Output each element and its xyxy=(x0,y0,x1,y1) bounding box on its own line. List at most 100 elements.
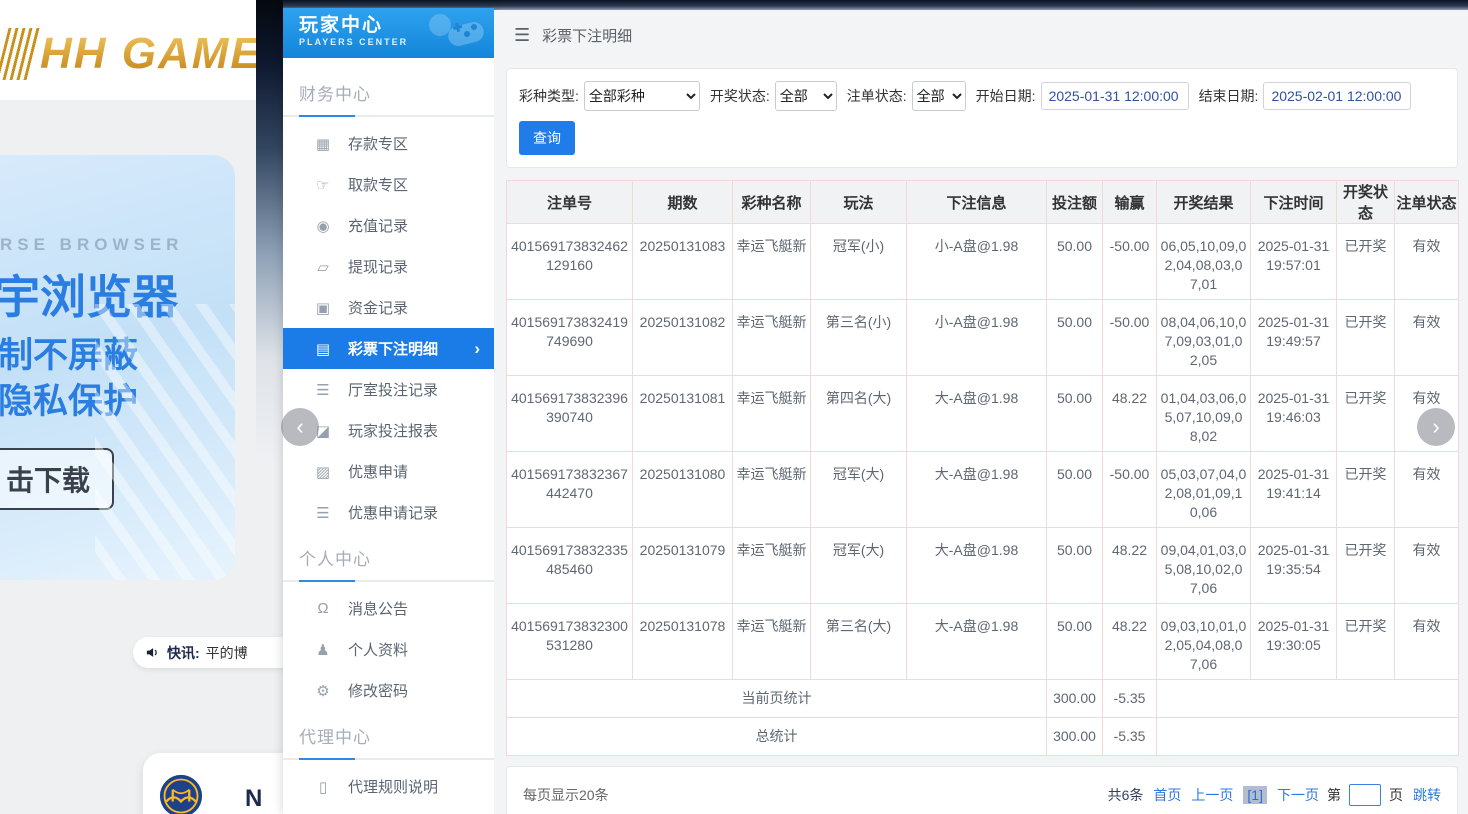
sidebar-item[interactable]: ▥代理团队统计 xyxy=(283,807,494,814)
table-cell: 第四名(大) xyxy=(811,376,907,452)
table-cell: 幸运飞艇新 xyxy=(733,224,811,300)
draw-status-select[interactable]: 全部 xyxy=(775,81,837,111)
content-topbar: ☰ 彩票下注明细 xyxy=(494,10,1468,60)
team-logo-icon xyxy=(159,774,203,814)
carousel-next-icon[interactable]: › xyxy=(1417,408,1455,446)
carousel-prev-icon[interactable]: ‹ xyxy=(281,408,319,446)
column-header: 玩法 xyxy=(811,181,907,224)
sidebar-item[interactable]: ♟个人资料 xyxy=(283,629,494,670)
order-status-select[interactable]: 全部 xyxy=(912,81,966,111)
lottery-type-select[interactable]: 全部彩种 xyxy=(584,81,700,111)
sidebar-item-label: 玩家投注报表 xyxy=(348,420,438,441)
next-page-link[interactable]: 下一页 xyxy=(1277,785,1319,805)
summary-row: 总统计300.00-5.35 xyxy=(507,718,1459,756)
table-cell: 401569173832367442470 xyxy=(507,452,633,528)
sidebar-item[interactable]: ▨优惠申请 xyxy=(283,451,494,492)
sidebar-item[interactable]: Ω消息公告 xyxy=(283,588,494,629)
site-logo: HH GAME xyxy=(2,28,262,80)
lottery-bets-icon: ▤ xyxy=(313,340,333,358)
hamburger-icon[interactable]: ☰ xyxy=(514,25,530,46)
table-cell: 50.00 xyxy=(1047,604,1103,680)
sidebar-item[interactable]: ▦存款专区 xyxy=(283,123,494,164)
sidebar-item-label: 代理规则说明 xyxy=(348,776,438,797)
prev-page-link[interactable]: 上一页 xyxy=(1191,785,1233,805)
download-button[interactable]: 击下载 xyxy=(0,448,114,510)
user-icon: ♟ xyxy=(313,641,333,659)
table-cell: 有效 xyxy=(1395,452,1459,528)
sidebar-item[interactable]: ▣资金记录 xyxy=(283,287,494,328)
sidebar-item[interactable]: ◉充值记录 xyxy=(283,205,494,246)
sidebar-item-label: 取款专区 xyxy=(348,174,408,195)
table-cell: 冠军(小) xyxy=(811,224,907,300)
table-row: 40156917383241974969020250131082幸运飞艇新第三名… xyxy=(507,300,1459,376)
end-date-input[interactable] xyxy=(1263,82,1411,110)
sidebar-item[interactable]: ▯代理规则说明 xyxy=(283,766,494,807)
table-row: 40156917383233548546020250131079幸运飞艇新冠军(… xyxy=(507,528,1459,604)
total-count: 共6条 xyxy=(1108,785,1144,805)
query-button[interactable]: 查询 xyxy=(519,121,575,155)
news-label: 快讯: xyxy=(167,643,200,663)
table-cell: 幸运飞艇新 xyxy=(733,604,811,680)
table-cell: 已开奖 xyxy=(1337,300,1395,376)
news-ticker[interactable]: 快讯: 平的博 xyxy=(133,637,305,668)
table-cell: 有效 xyxy=(1395,300,1459,376)
pagination-bar: 每页显示20条 共6条 首页 上一页 [1] 下一页 第 页 跳转 xyxy=(506,766,1458,814)
table-header-row: 注单号期数彩种名称玩法下注信息投注额输赢开奖结果下注时间开奖状态注单状态 xyxy=(507,181,1459,224)
deposit-icon: ▦ xyxy=(313,135,333,153)
bell-icon: Ω xyxy=(313,600,333,617)
table-cell: 401569173832419749690 xyxy=(507,300,633,376)
column-header: 投注额 xyxy=(1047,181,1103,224)
page-jump-input[interactable] xyxy=(1349,784,1381,806)
column-header: 下注信息 xyxy=(907,181,1047,224)
summary-bet-total: 300.00 xyxy=(1047,680,1103,718)
speaker-icon xyxy=(145,645,160,660)
sidebar-item-label: 厅室投注记录 xyxy=(348,379,438,400)
sidebar-section-title: 代理中心 xyxy=(283,711,494,758)
table-cell: 幸运飞艇新 xyxy=(733,528,811,604)
summary-bet-total: 300.00 xyxy=(1047,718,1103,756)
background-page: HH GAME RSE BROWSER 宇浏览器 制不屏蔽 隐私保护 击下载 快… xyxy=(0,0,283,814)
section-underline xyxy=(283,758,494,760)
sidebar-item[interactable]: ▱ 提现记录 xyxy=(283,246,494,287)
sidebar-item[interactable]: ☰厅室投注记录 xyxy=(283,369,494,410)
draw-status-label: 开奖状态: xyxy=(710,86,770,106)
sidebar-item-label: 资金记录 xyxy=(348,297,408,318)
table-row: 40156917383246212916020250131083幸运飞艇新冠军(… xyxy=(507,224,1459,300)
table-cell: 50.00 xyxy=(1047,300,1103,376)
bets-table-wrap: 注单号期数彩种名称玩法下注信息投注额输赢开奖结果下注时间开奖状态注单状态 401… xyxy=(506,180,1458,756)
backdrop-gradient xyxy=(256,0,283,460)
banner-title: 宇浏览器 xyxy=(0,261,178,327)
section-underline xyxy=(283,580,494,582)
news-text: 平的博 xyxy=(206,643,248,663)
sidebar-item[interactable]: ☞取款专区 xyxy=(283,164,494,205)
table-cell: 第三名(小) xyxy=(811,300,907,376)
first-page-link[interactable]: 首页 xyxy=(1153,785,1181,805)
browser-promo-banner: RSE BROWSER 宇浏览器 制不屏蔽 隐私保护 击下载 xyxy=(0,155,235,580)
table-cell: 20250131080 xyxy=(633,452,733,528)
table-cell: 2025-01-31 19:30:05 xyxy=(1251,604,1337,680)
table-cell: 20250131083 xyxy=(633,224,733,300)
table-cell: 08,04,06,10,07,09,03,01,02,05 xyxy=(1157,300,1251,376)
sidebar-item[interactable]: ☰优惠申请记录 xyxy=(283,492,494,533)
table-cell: 冠军(大) xyxy=(811,452,907,528)
sidebar-item[interactable]: ▤彩票下注明细› xyxy=(283,328,494,369)
table-cell: 已开奖 xyxy=(1337,528,1395,604)
table-cell: 09,04,01,03,05,08,10,02,07,06 xyxy=(1157,528,1251,604)
sidebar-section-title: 个人中心 xyxy=(283,533,494,580)
sidebar-item-label: 提现记录 xyxy=(348,256,408,277)
table-cell: 小-A盘@1.98 xyxy=(907,224,1047,300)
jump-button[interactable]: 跳转 xyxy=(1413,785,1441,805)
sidebar-item-label: 充值记录 xyxy=(348,215,408,236)
table-cell: 06,05,10,09,02,04,08,03,07,01 xyxy=(1157,224,1251,300)
summary-label: 总统计 xyxy=(507,718,1047,756)
background-site-header: HH GAME xyxy=(0,0,283,100)
withdrawal-record-icon: ▱ xyxy=(313,258,333,276)
start-date-input[interactable] xyxy=(1041,82,1189,110)
page-title: 彩票下注明细 xyxy=(542,25,632,46)
table-row: 40156917383230053128020250131078幸运飞艇新第三名… xyxy=(507,604,1459,680)
table-cell: 有效 xyxy=(1395,528,1459,604)
current-page-indicator[interactable]: [1] xyxy=(1243,786,1267,804)
table-cell: 50.00 xyxy=(1047,528,1103,604)
table-cell: 幸运飞艇新 xyxy=(733,376,811,452)
sidebar-item[interactable]: ⚙修改密码 xyxy=(283,670,494,711)
